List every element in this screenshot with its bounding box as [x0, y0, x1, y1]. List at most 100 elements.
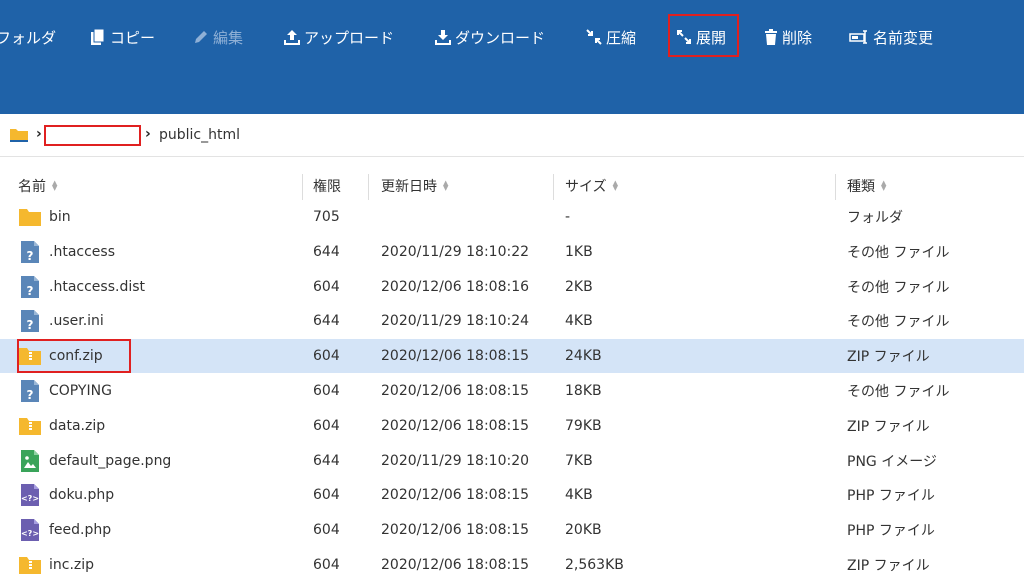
file-modified: 2020/12/06 18:08:15 — [381, 487, 530, 504]
upload-button[interactable]: アップロード — [284, 23, 394, 51]
file-size: 4KB — [565, 313, 593, 330]
file-modified: 2020/12/06 18:08:15 — [381, 417, 530, 434]
copy-icon — [91, 28, 105, 45]
chevron-right-icon: › — [145, 126, 151, 142]
breadcrumb: › › — [0, 114, 1024, 157]
file-type: その他 ファイル — [847, 244, 950, 261]
file-name: default_page.png — [49, 452, 172, 469]
column-divider[interactable] — [553, 174, 554, 200]
table-row[interactable]: conf.zip 604 2020/12/06 18:08:15 24KB ZIP ファ… — [0, 339, 1024, 374]
svg-text:<?>: <?> — [21, 494, 39, 503]
file-permission: 604 — [313, 417, 340, 434]
column-header-size[interactable]: サイズ ▲ ▼ — [565, 168, 618, 204]
file-size: 7KB — [565, 452, 593, 469]
column-label: 権限 — [313, 179, 341, 195]
file-type: PHP ファイル — [847, 488, 935, 505]
file-name: doku.php — [49, 487, 115, 504]
table-row[interactable]: ? COPYING 604 2020/12/06 18:08:15 18KB その他 ファ… — [0, 374, 1024, 408]
edit-button[interactable]: 編集 — [193, 23, 243, 51]
file-modified: 2020/12/06 18:08:16 — [381, 278, 530, 295]
svg-text:?: ? — [27, 318, 34, 332]
column-label: 更新日時 — [381, 179, 437, 195]
download-icon — [435, 30, 451, 45]
sort-icon: ▲ ▼ — [443, 179, 449, 192]
file-size: - — [565, 209, 571, 225]
column-label: 名前 — [18, 179, 46, 195]
file-type: その他 ファイル — [847, 279, 950, 296]
table-row[interactable]: bin 705 - フォルダ — [0, 200, 1024, 234]
file-type: PHP ファイル — [847, 523, 935, 540]
new-folder-button[interactable]: フォルダ — [0, 23, 56, 51]
file-permission: 604 — [313, 487, 340, 504]
selected-file-highlight-box — [17, 339, 131, 373]
delete-button[interactable]: 削除 — [764, 23, 812, 51]
file-size: 24KB — [565, 348, 602, 365]
column-header-permission[interactable]: 権限 — [313, 168, 341, 204]
file-name: feed.php — [49, 522, 112, 539]
unknown-file-icon: ? — [18, 240, 42, 264]
compress-button[interactable]: 圧縮 — [586, 23, 636, 51]
column-header-name[interactable]: 名前 ▲ ▼ — [18, 168, 57, 204]
unknown-file-icon: ? — [18, 309, 42, 333]
table-row[interactable]: ? .user.ini 644 2020/11/29 18:10:24 4KB その他 フ… — [0, 304, 1024, 338]
file-modified: 2020/11/29 18:10:20 — [381, 452, 530, 469]
file-modified: 2020/11/29 18:10:24 — [381, 313, 530, 330]
file-type: その他 ファイル — [847, 384, 950, 400]
table-row[interactable]: ? .htaccess.dist 604 2020/12/06 18:08:16 2KB… — [0, 270, 1024, 304]
table-row[interactable]: default_page.png 644 2020/11/29 18:10:20 7K… — [0, 444, 1024, 478]
toolbar-label: コピー — [110, 28, 156, 47]
zip-icon — [18, 414, 42, 438]
chevron-right-icon: › — [36, 126, 42, 142]
file-size: 20KB — [565, 522, 602, 539]
php-file-icon: <?> — [18, 518, 42, 542]
file-size: 18KB — [565, 383, 602, 399]
column-divider[interactable] — [302, 174, 303, 200]
svg-text:?: ? — [27, 284, 34, 298]
breadcrumb-current: public_html — [159, 127, 241, 143]
file-permission: 604 — [313, 278, 340, 295]
table-row[interactable]: ? .htaccess 644 2020/11/29 18:10:22 1KB その他 フ… — [0, 235, 1024, 269]
svg-text:<?>: <?> — [21, 529, 39, 538]
file-type: ZIP ファイル — [847, 349, 930, 366]
toolbar-label: フォルダ — [0, 28, 57, 47]
column-divider[interactable] — [368, 174, 369, 200]
file-size: 2KB — [565, 278, 593, 295]
table-row[interactable]: <?> doku.php 604 2020/12/06 18:08:15 4KB PHP … — [0, 478, 1024, 512]
file-size: 1KB — [565, 243, 593, 260]
copy-button[interactable]: コピー — [90, 23, 155, 51]
home-folder-icon[interactable] — [10, 126, 28, 142]
file-modified: 2020/12/06 18:08:15 — [381, 522, 530, 539]
table-row[interactable]: <?> feed.php 604 2020/12/06 18:08:15 20KB PHP… — [0, 513, 1024, 547]
file-type: その他 ファイル — [847, 314, 950, 331]
folder-icon — [18, 205, 42, 229]
column-header-modified[interactable]: 更新日時 ▲ ▼ — [381, 168, 448, 204]
unknown-file-icon: ? — [18, 275, 42, 299]
file-name: bin — [49, 209, 71, 225]
table-row[interactable]: data.zip 604 2020/12/06 18:08:15 79KB ZIP ファ… — [0, 409, 1024, 443]
rename-button[interactable]: 名前変更 — [849, 23, 933, 51]
toolbar: フォルダ コピー 編集 アップロード ダウンロード 圧縮 展開 削除 名前変更 — [0, 0, 1024, 114]
column-header-type[interactable]: 種類 ▲ ▼ — [847, 168, 886, 204]
file-name: data.zip — [49, 417, 106, 434]
file-type: フォルダ — [847, 210, 903, 226]
download-button[interactable]: ダウンロード — [435, 23, 545, 51]
unknown-file-icon: ? — [18, 379, 42, 403]
file-size: 4KB — [565, 487, 593, 504]
trash-icon — [765, 29, 777, 45]
sort-icon: ▲ ▼ — [881, 179, 887, 192]
redacted-path-segment[interactable] — [44, 125, 141, 146]
file-name: .htaccess — [49, 243, 115, 260]
file-name: .user.ini — [49, 313, 104, 330]
pencil-icon — [195, 31, 207, 43]
extract-highlight-box — [668, 14, 739, 57]
toolbar-label: 名前変更 — [873, 28, 934, 47]
file-type: ZIP ファイル — [847, 418, 930, 435]
file-list-header: 名前 ▲ ▼ 権限 更新日時 ▲ ▼ サイズ ▲ ▼ 種類 ▲ ▼ — [0, 168, 1024, 204]
file-name: COPYING — [49, 383, 112, 399]
column-divider[interactable] — [835, 174, 836, 200]
file-modified: 2020/11/29 18:10:22 — [381, 243, 530, 260]
file-modified: 2020/12/06 18:08:15 — [381, 383, 530, 399]
zip-icon — [18, 553, 42, 577]
toolbar-label: アップロード — [304, 28, 395, 47]
toolbar-label: ダウンロード — [455, 28, 546, 47]
